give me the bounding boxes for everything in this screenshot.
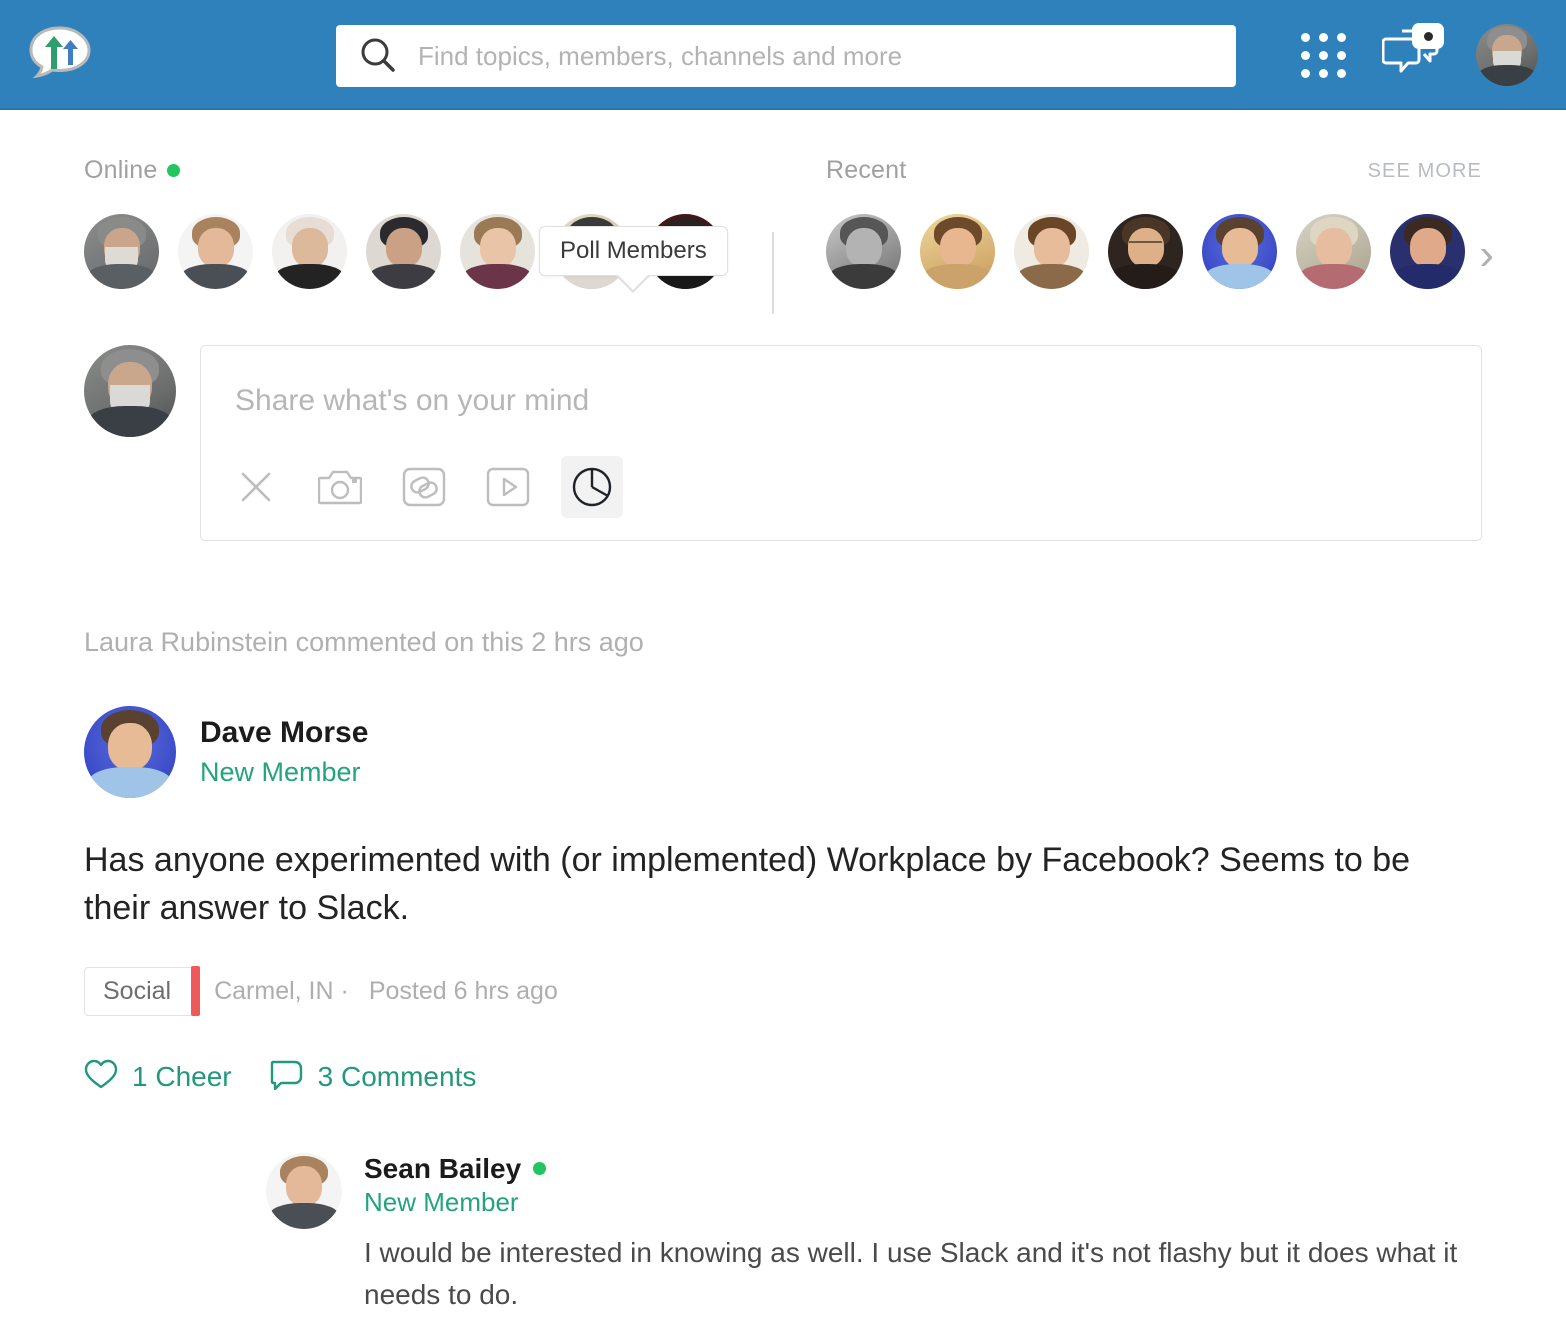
post-author-role: New Member [200,756,361,787]
post-body: Has anyone experimented with (or impleme… [84,841,1411,928]
activity-line: Laura Rubinstein commented on this 2 hrs… [84,627,644,657]
post-composer: Share what's on your mind Poll Members [84,226,1482,541]
post-author-avatar[interactable] [84,706,176,798]
recent-section: Recent SEE MORE › [774,156,1494,289]
comment-author-avatar[interactable] [266,1152,342,1229]
heart-icon [84,1058,118,1097]
poll-members-tooltip: Poll Members [539,226,728,276]
comments-button[interactable]: 3 Comments [270,1058,477,1097]
search-input[interactable] [416,39,1214,73]
online-label-text: Online [84,156,158,184]
comment-count: 3 Comments [317,1061,477,1093]
cheer-button[interactable]: 1 Cheer [84,1058,232,1097]
recent-avatar-4[interactable] [1108,214,1183,289]
recent-avatar-1[interactable] [826,214,901,289]
comment-bubble-icon [270,1058,304,1097]
notification-badge [1412,23,1444,49]
search-icon [358,36,398,76]
profile-avatar[interactable] [1476,24,1538,86]
post-header: Dave Morse New Member [84,706,1482,798]
app-header [0,0,1566,110]
comment-item: Sean Bailey New Member I would be intere… [266,1152,1482,1316]
chat-bubbles-icon[interactable] [1381,23,1444,81]
close-icon[interactable] [225,456,287,518]
online-status-dot [167,164,181,177]
recent-avatar-7[interactable] [1390,214,1465,289]
composer-box[interactable]: Share what's on your mind Poll Members [200,226,1482,541]
comment-author-text: Sean Bailey [364,1152,522,1184]
post-timestamp: Posted 6 hrs ago [368,976,558,1005]
online-avatar-4[interactable] [366,214,441,289]
online-label: Online [84,156,774,185]
chevron-right-icon[interactable]: › [1479,233,1494,277]
composer-placeholder[interactable]: Share what's on your mind [235,384,1451,418]
online-avatar-5[interactable] [460,214,535,289]
composer-toolbar [225,456,623,518]
recent-avatar-6[interactable] [1296,214,1371,289]
feed: Laura Rubinstein commented on this 2 hrs… [84,627,1482,1316]
post-author-name[interactable]: Dave Morse [200,714,368,752]
people-strip: Online Recent SEE MORE › [84,110,1494,314]
header-actions [1301,0,1538,110]
post-location: Carmel, IN · [214,976,349,1005]
link-icon[interactable] [393,456,455,518]
comment-text: I would be interested in knowing as well… [364,1236,1458,1310]
recent-label-text: Recent [826,156,907,184]
comment-author-role: New Member [364,1186,519,1217]
main-content: Online Recent SEE MORE › Share what's on… [0,110,1566,1316]
post-actions: 1 Cheer 3 Comments [84,1058,1482,1097]
video-icon[interactable] [477,456,539,518]
post-meta: Social Carmel, IN · Posted 6 hrs ago [84,966,1482,1017]
search-bar[interactable] [336,25,1236,87]
recent-avatar-list [826,214,1482,289]
online-avatar-2[interactable] [178,214,253,289]
recent-avatar-3[interactable] [1014,214,1089,289]
camera-icon[interactable] [309,456,371,518]
recent-avatar-5[interactable] [1202,214,1277,289]
cheer-count: 1 Cheer [132,1061,232,1093]
pie-chart-icon[interactable] [561,456,623,518]
composer-avatar [84,345,176,437]
apps-grid-icon[interactable] [1301,32,1346,78]
app-logo[interactable] [24,22,96,86]
recent-avatar-2[interactable] [920,214,995,289]
online-avatar-3[interactable] [272,214,347,289]
online-avatar-1[interactable] [84,214,159,289]
status-badge[interactable]: Social [84,966,201,1017]
see-more-link[interactable]: SEE MORE [1368,160,1482,183]
comment-author-name[interactable]: Sean Bailey [364,1153,1482,1185]
comment-online-dot [533,1162,547,1176]
